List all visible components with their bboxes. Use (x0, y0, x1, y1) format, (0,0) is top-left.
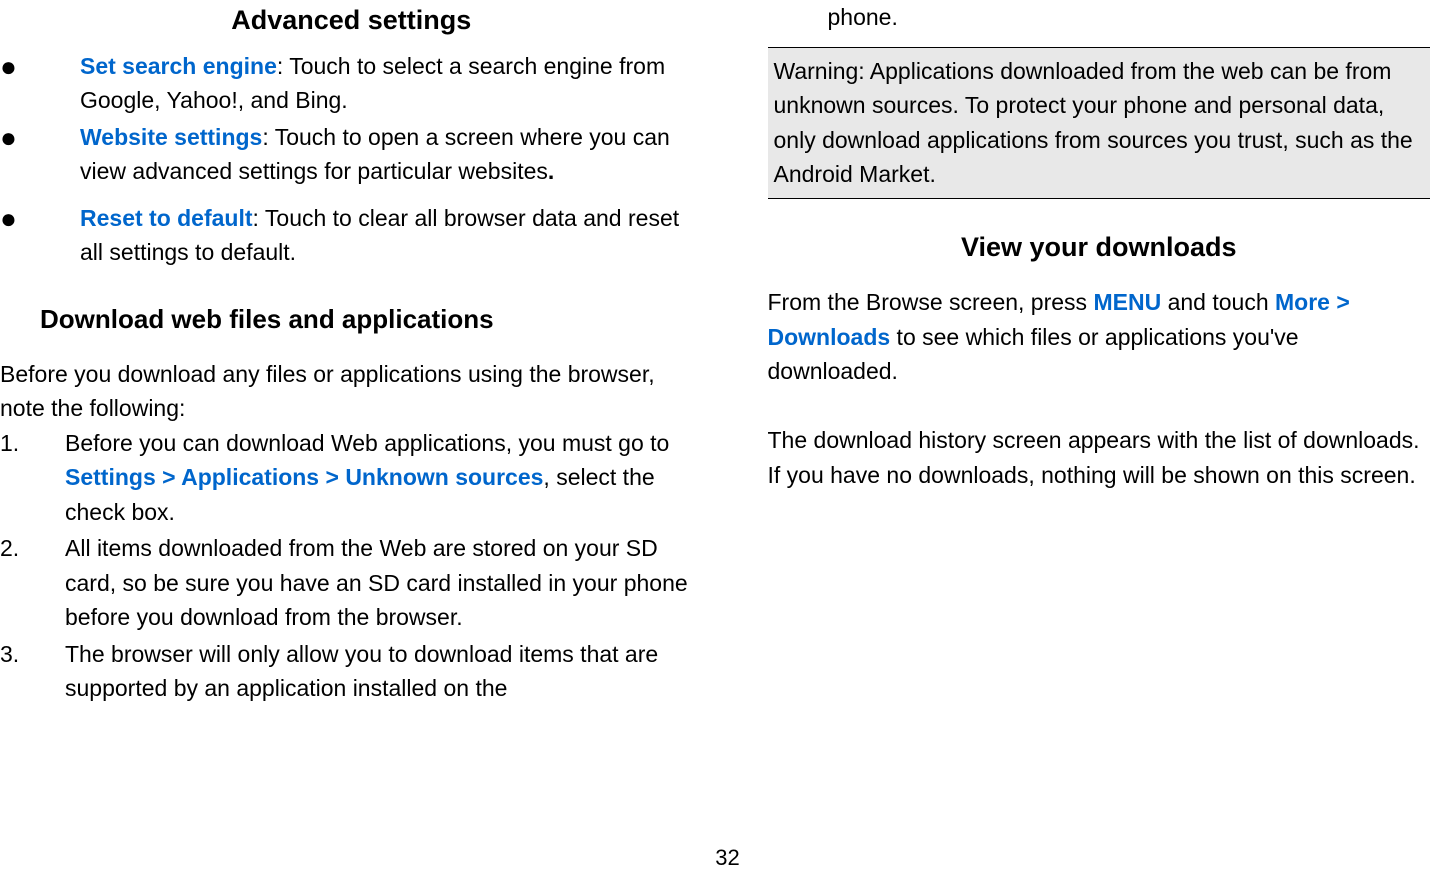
list-text: The browser will only allow you to downl… (65, 641, 658, 702)
paragraph-text: From the Browse screen, press (768, 289, 1094, 315)
bullet-reset-to-default: Reset to default: Touch to clear all bro… (0, 201, 703, 270)
list-number: 2. (0, 531, 19, 566)
list-item: 1. Before you can download Web applicati… (0, 426, 703, 530)
warning-box: Warning: Applications downloaded from th… (768, 47, 1431, 199)
warning-text: Warning: Applications downloaded from th… (774, 58, 1413, 188)
path-link: Settings > Applications > Unknown source… (65, 464, 543, 490)
heading-view-downloads: View your downloads (768, 227, 1431, 268)
heading-download-web-files: Download web files and applications (40, 300, 703, 339)
numbered-list: 1. Before you can download Web applicati… (0, 426, 703, 706)
list-item: 2. All items downloaded from the Web are… (0, 531, 703, 635)
list-number: 3. (0, 637, 19, 672)
paragraph: From the Browse screen, press MENU and t… (768, 285, 1431, 389)
bullet-list: Set search engine: Touch to select a sea… (0, 49, 703, 270)
bullet-label: Set search engine (80, 53, 277, 79)
heading-advanced-settings: Advanced settings (0, 0, 703, 41)
bullet-set-search-engine: Set search engine: Touch to select a sea… (0, 49, 703, 118)
continuation-text: phone. (768, 0, 1431, 35)
paragraph-text: and touch (1161, 289, 1275, 315)
page-number: 32 (715, 841, 739, 874)
paragraph: Before you download any files or applica… (0, 357, 703, 426)
menu-key: MENU (1093, 289, 1161, 315)
paragraph: The download history screen appears with… (768, 423, 1431, 492)
bullet-text: : Touch (262, 124, 336, 150)
bullet-dot: . (548, 158, 554, 184)
bullet-website-settings: Website settings: Touch to open a screen… (0, 120, 703, 189)
bullet-label: Reset to default (80, 205, 253, 231)
bullet-label: Website settings (80, 124, 262, 150)
list-item: 3. The browser will only allow you to do… (0, 637, 703, 706)
list-text: Before you can download Web applications… (65, 430, 669, 456)
list-number: 1. (0, 426, 19, 461)
list-text: All items downloaded from the Web are st… (65, 535, 688, 630)
